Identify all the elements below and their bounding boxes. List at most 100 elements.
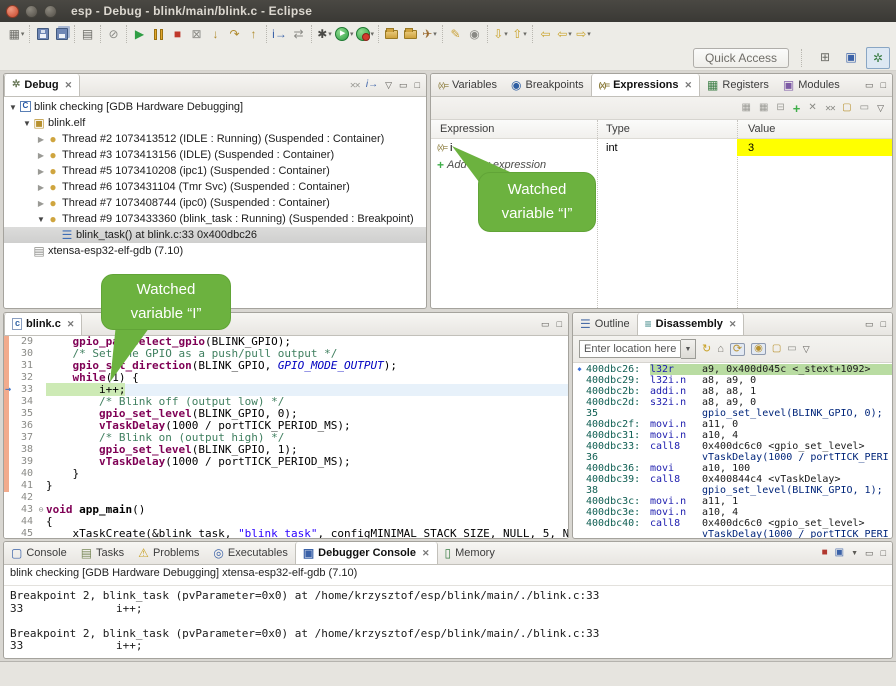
close-icon[interactable]: ✕ [685, 80, 693, 91]
line-number[interactable]: 35 [9, 408, 36, 420]
debug-tree-row[interactable]: ▼●Thread #9 1073433360 (blink_task : Run… [4, 211, 426, 227]
dropdown-arrow-icon[interactable]: ▾ [328, 30, 332, 38]
location-input[interactable]: Enter location here [579, 340, 681, 358]
open-perspective-button[interactable]: ⊞ [814, 47, 836, 67]
debug-tree-row[interactable]: ▶●Thread #3 1073413156 (IDLE) (Suspended… [4, 147, 426, 163]
back-button[interactable]: ⇦▾ [556, 25, 573, 43]
expand-open-icon[interactable]: ▼ [8, 103, 18, 112]
line-number[interactable]: 37 [9, 432, 36, 444]
line-number[interactable]: 32 [9, 372, 36, 384]
debug-perspective-button[interactable]: ✲ [866, 47, 890, 69]
debug-tree-row[interactable]: ▶●Thread #2 1073413512 (IDLE : Running) … [4, 131, 426, 147]
open-resource-button[interactable] [402, 25, 419, 43]
console-dropdown-icon[interactable]: ▼ [851, 550, 858, 557]
disassembly-line[interactable]: 400dbc2f:movi.na11, 0 [573, 419, 892, 430]
tab-expressions[interactable]: (x)=Expressions✕ [591, 74, 700, 96]
expand-closed-icon[interactable]: ▶ [36, 135, 46, 144]
disassembly-line[interactable]: 400dbc3c:movi.na11, 1 [573, 496, 892, 507]
track-expression-icon[interactable] [751, 343, 766, 355]
debug-tree-row[interactable]: ▶●Thread #5 1073410208 (ipc1) (Suspended… [4, 163, 426, 179]
close-icon[interactable]: ✕ [422, 548, 430, 559]
disassembly-line[interactable]: ◆400dbc26:l32ra9, 0x400d045c <_stext+109… [573, 364, 892, 375]
disassembly-listing[interactable]: ◆400dbc26:l32ra9, 0x400d045c <_stext+109… [573, 363, 892, 538]
disassembly-line[interactable]: 35gpio_set_level(BLINK_GPIO, 0); [573, 408, 892, 419]
resume-button[interactable]: ▶ [131, 25, 148, 43]
expand-open-icon[interactable]: ▼ [36, 215, 46, 224]
dropdown-arrow-icon[interactable]: ▾ [523, 30, 527, 38]
next-annotation-button[interactable]: ⇩▾ [492, 25, 509, 43]
step-over-button[interactable]: ↷ [226, 25, 243, 43]
add-expression-icon[interactable] [793, 102, 801, 115]
flash-target-button[interactable]: ✈▾ [421, 25, 438, 43]
debug-tree-row[interactable]: ▤xtensa-esp32-elf-gdb (7.10) [4, 243, 426, 259]
remove-all-expressions-icon[interactable] [825, 104, 834, 113]
pin-view-icon[interactable] [787, 344, 796, 354]
column-header-type[interactable]: Type [597, 123, 737, 135]
tab-memory[interactable]: ▯Memory [438, 542, 502, 564]
save-all-button[interactable] [53, 25, 70, 43]
dropdown-arrow-icon[interactable]: ▾ [568, 30, 572, 38]
tab-debug[interactable]: ✲ Debug ✕ [4, 74, 80, 96]
close-icon[interactable]: ✕ [67, 319, 75, 330]
close-icon[interactable]: ✕ [729, 319, 737, 330]
line-number[interactable]: 44 [9, 516, 36, 528]
line-number[interactable]: 33 [9, 384, 36, 396]
view-menu-icon[interactable] [803, 345, 810, 354]
line-number[interactable]: 38 [9, 444, 36, 456]
suspend-button[interactable] [150, 25, 167, 43]
minimize-icon[interactable] [865, 81, 874, 90]
step-into-button[interactable]: ↓ [207, 25, 224, 43]
disassembly-line[interactable]: 400dbc40:call80x400dc6c0 <gpio_set_level… [573, 518, 892, 529]
expand-closed-icon[interactable]: ▶ [36, 199, 46, 208]
disassembly-line[interactable]: 400dbc33:call80x400dc6c0 <gpio_set_level… [573, 441, 892, 452]
debug-tree-row[interactable]: ▼blink checking [GDB Hardware Debugging] [4, 99, 426, 115]
tab-console[interactable]: ▢Console [4, 542, 74, 564]
external-tools-button[interactable]: ▾ [356, 25, 375, 43]
tab-registers[interactable]: ▦Registers [700, 74, 776, 96]
display-console-icon[interactable] [835, 548, 844, 558]
line-number[interactable]: 43 [9, 504, 36, 516]
pin-view-icon[interactable] [860, 103, 869, 113]
line-number[interactable]: 36 [9, 420, 36, 432]
terminate-icon[interactable] [822, 548, 828, 558]
quick-access-button[interactable]: Quick Access [693, 48, 789, 68]
expand-open-icon[interactable]: ▼ [22, 119, 32, 128]
disassembly-line[interactable]: 400dbc2b:addi.na8, a8, 1 [573, 386, 892, 397]
instruction-stepping-button[interactable]: i→ [271, 25, 288, 43]
mark-occurrences-button[interactable]: ◉ [466, 25, 483, 43]
maximize-icon[interactable] [415, 81, 420, 90]
line-number[interactable]: 29 [9, 336, 36, 348]
print-button[interactable]: ▤ [79, 25, 96, 43]
expand-closed-icon[interactable]: ▶ [36, 183, 46, 192]
line-number[interactable]: 41 [9, 480, 36, 492]
maximize-icon[interactable] [881, 320, 886, 329]
line-number[interactable]: 40 [9, 468, 36, 480]
disassembly-line[interactable]: 400dbc31:movi.na10, 4 [573, 430, 892, 441]
column-header-expression[interactable]: Expression [431, 123, 597, 135]
console-output[interactable]: Breakpoint 2, blink_task (pvParameter=0x… [4, 586, 892, 658]
dropdown-arrow-icon[interactable]: ▾ [587, 30, 591, 38]
remove-all-terminated-icon[interactable] [349, 81, 358, 90]
debug-tree-row[interactable]: ▶●Thread #7 1073408744 (ipc0) (Suspended… [4, 195, 426, 211]
location-dropdown-icon[interactable]: ▼ [681, 339, 696, 359]
line-number[interactable]: 31 [9, 360, 36, 372]
fold-marker-icon[interactable]: ⊖ [36, 504, 46, 516]
run-button[interactable]: ▾ [335, 25, 354, 43]
new-wizard-button[interactable]: ▦▾ [8, 25, 25, 43]
disassembly-line[interactable]: 400dbc29:l32i.na8, a9, 0 [573, 375, 892, 386]
format-source-button[interactable]: ✎ [447, 25, 464, 43]
tab-outline[interactable]: ☰Outline [573, 313, 637, 335]
dropdown-arrow-icon[interactable]: ▾ [21, 30, 25, 38]
show-type-names-icon[interactable] [741, 103, 750, 113]
maximize-icon[interactable] [557, 320, 562, 329]
maximize-icon[interactable] [881, 549, 886, 558]
tab-breakpoints[interactable]: ◉Breakpoints [504, 74, 591, 96]
column-header-value[interactable]: Value [737, 123, 892, 135]
disassembly-line[interactable]: 400dbc39:call80x400844c4 <vTaskDelay> [573, 474, 892, 485]
window-minimize-button[interactable] [25, 5, 38, 18]
expand-closed-icon[interactable]: ▶ [36, 167, 46, 176]
disassembly-line[interactable]: 36vTaskDelay(1000 / portTICK_PERI [573, 452, 892, 463]
tab-variables[interactable]: (x)=Variables [431, 74, 504, 96]
open-new-view-icon[interactable] [842, 103, 851, 113]
tab-blink-c[interactable]: blink.c ✕ [4, 313, 82, 335]
